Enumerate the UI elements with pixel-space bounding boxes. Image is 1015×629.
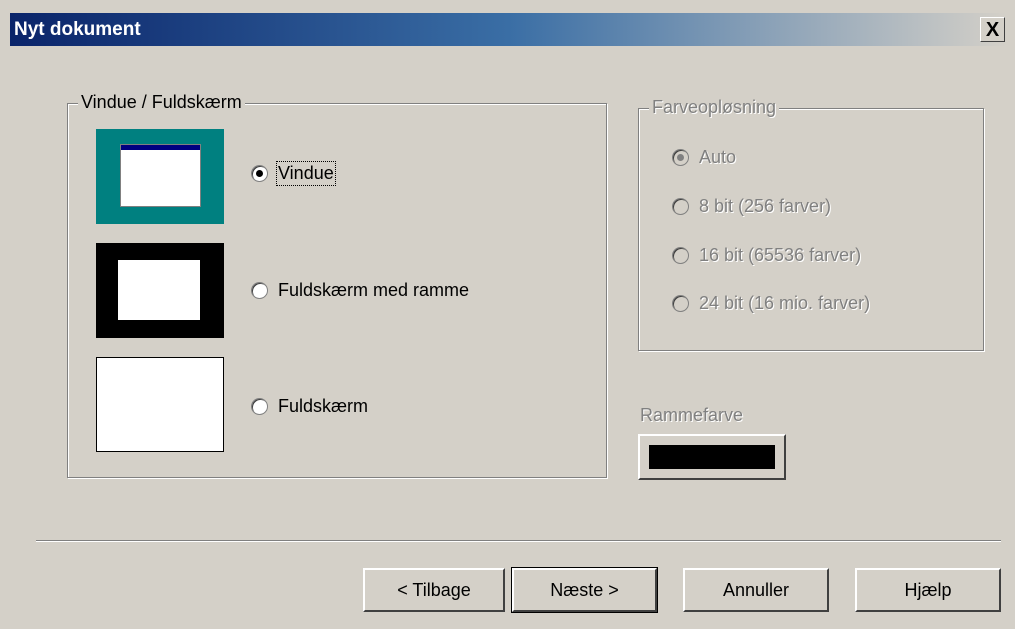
fullscreen-frame-preview <box>96 243 224 338</box>
radio-color-auto-indicator[interactable] <box>672 149 689 166</box>
title-bar: Nyt dokument X <box>10 13 1007 46</box>
help-button[interactable]: Hjælp <box>855 568 1001 612</box>
back-button-label: < Tilbage <box>397 579 471 600</box>
radio-fullscreen-frame-indicator[interactable] <box>251 282 268 299</box>
radio-color-auto[interactable]: Auto <box>672 147 736 168</box>
radio-window[interactable]: Vindue <box>251 161 336 186</box>
fullscreen-frame-preview-inner <box>118 260 200 320</box>
new-document-dialog: Nyt dokument X Vindue / Fuldskærm Vindue… <box>0 0 1015 629</box>
frame-color-button[interactable] <box>638 434 786 480</box>
radio-color-16bit[interactable]: 16 bit (65536 farver) <box>672 245 861 266</box>
radio-fullscreen[interactable]: Fuldskærm <box>251 396 368 417</box>
next-button[interactable]: Næste > <box>511 567 658 613</box>
radio-color-8bit-label: 8 bit (256 farver) <box>699 196 832 216</box>
frame-color-label: Rammefarve <box>640 405 744 425</box>
radio-color-16bit-label: 16 bit (65536 farver) <box>699 245 862 265</box>
radio-fullscreen-frame[interactable]: Fuldskærm med ramme <box>251 280 469 301</box>
radio-fullscreen-indicator[interactable] <box>251 398 268 415</box>
mode-group-label: Vindue / Fuldskærm <box>78 92 245 113</box>
radio-color-24bit-label: 24 bit (16 mio. farver) <box>699 293 871 313</box>
help-button-label: Hjælp <box>904 579 952 600</box>
window-mode-preview <box>96 129 224 224</box>
close-button[interactable]: X <box>980 17 1005 42</box>
radio-window-indicator[interactable] <box>251 165 268 182</box>
frame-color-swatch <box>649 445 775 469</box>
radio-color-8bit[interactable]: 8 bit (256 farver) <box>672 196 831 217</box>
cancel-button[interactable]: Annuller <box>683 568 829 612</box>
radio-color-8bit-indicator[interactable] <box>672 198 689 215</box>
radio-color-24bit-indicator[interactable] <box>672 295 689 312</box>
radio-color-24bit[interactable]: 24 bit (16 mio. farver) <box>672 293 870 314</box>
color-resolution-groupbox: Farveopløsning <box>638 97 984 351</box>
dialog-title: Nyt dokument <box>14 19 141 40</box>
next-button-label: Næste > <box>550 579 619 600</box>
separator <box>36 540 1001 542</box>
back-button[interactable]: < Tilbage <box>363 568 505 612</box>
fullscreen-preview <box>96 357 224 452</box>
radio-color-16bit-indicator[interactable] <box>672 247 689 264</box>
radio-fullscreen-frame-label: Fuldskærm med ramme <box>278 280 470 300</box>
cancel-button-label: Annuller <box>722 579 790 600</box>
color-resolution-group-label: Farveopløsning <box>649 97 780 118</box>
close-icon: X <box>985 18 1000 41</box>
radio-window-label: Vindue <box>276 161 336 186</box>
window-preview-frame <box>120 144 201 207</box>
radio-fullscreen-label: Fuldskærm <box>278 396 369 416</box>
window-preview-titlebar <box>121 145 200 150</box>
radio-color-auto-label: Auto <box>699 147 737 167</box>
